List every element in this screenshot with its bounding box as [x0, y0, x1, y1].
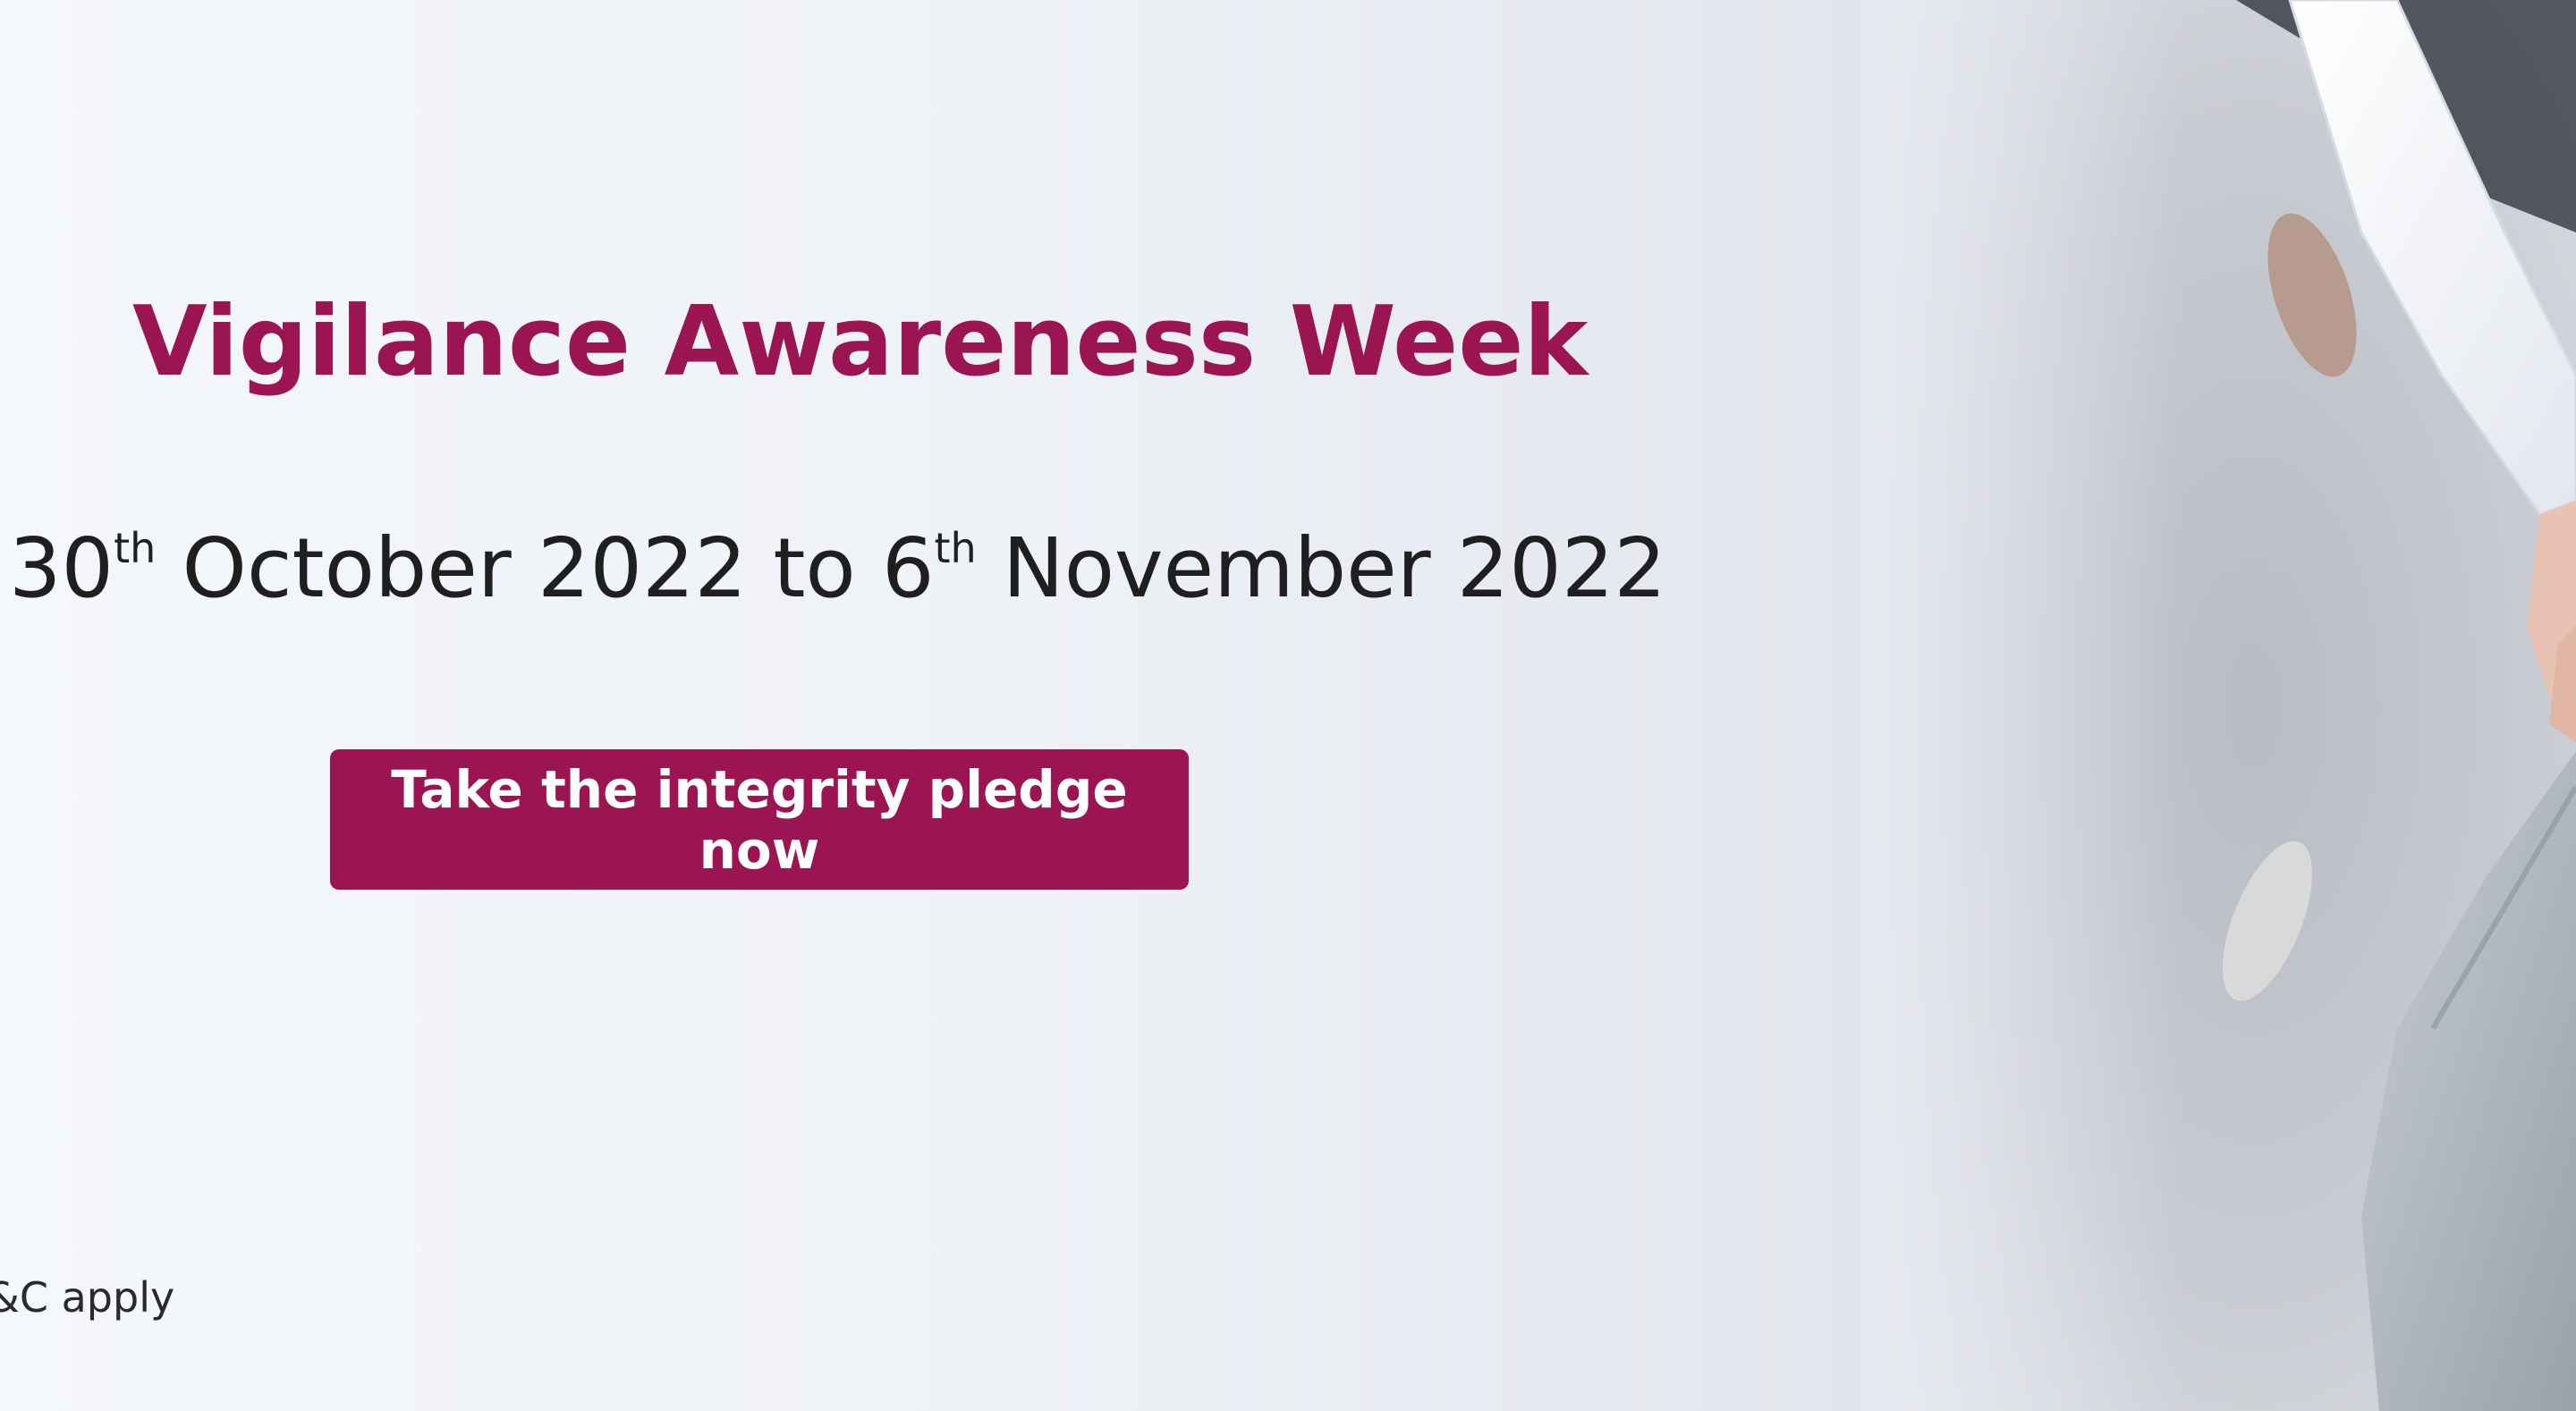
- page-title: Vigilance Awareness Week: [132, 286, 1589, 398]
- end-day-suffix: th: [934, 524, 977, 572]
- start-month-text: October 2022 to: [156, 520, 882, 616]
- start-day: 30: [9, 520, 114, 616]
- end-day: 6: [881, 520, 935, 616]
- integrity-pledge-button[interactable]: Take the integrity pledge now: [330, 749, 1189, 890]
- start-day-suffix: th: [114, 524, 157, 572]
- handshake-image: [1860, 0, 2576, 1411]
- event-dates: 30th October 2022 to 6th November 2022: [9, 520, 1666, 616]
- terms-apply-text: &C apply: [0, 1273, 175, 1322]
- promo-banner: Vigilance Awareness Week 30th October 20…: [0, 0, 2576, 1411]
- handshake-photo: [1860, 0, 2576, 1411]
- end-month-text: November 2022: [976, 520, 1666, 616]
